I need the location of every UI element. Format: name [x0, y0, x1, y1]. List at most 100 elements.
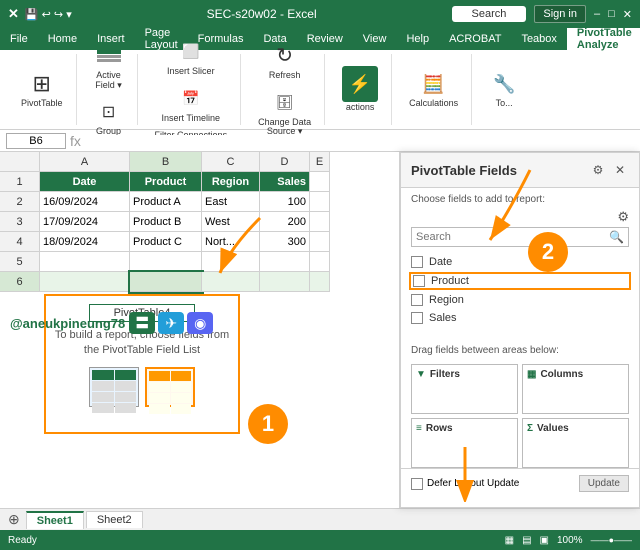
col-header-e[interactable]: E	[310, 152, 330, 172]
field-item-date[interactable]: Date	[411, 253, 629, 271]
pivottable-label: PivotTable	[21, 99, 63, 109]
cell-e5[interactable]	[310, 252, 330, 272]
actions-button[interactable]: ⚡ actions	[337, 63, 383, 116]
col-header-d[interactable]: D	[260, 152, 310, 172]
row-num-4[interactable]: 4	[0, 232, 40, 252]
insert-timeline-button[interactable]: 📅 Insert Timeline	[157, 82, 226, 127]
drop-area-rows[interactable]: ≡ Rows	[411, 418, 518, 468]
cell-d4[interactable]: 300	[260, 232, 310, 252]
col-header-b[interactable]: B	[130, 152, 202, 172]
insert-slicer-button[interactable]: ⬜ Insert Slicer	[162, 35, 220, 80]
maximize-button[interactable]: □	[608, 8, 615, 20]
update-button[interactable]: Update	[579, 475, 629, 492]
cell-e2[interactable]	[310, 192, 330, 212]
cell-b5[interactable]	[130, 252, 202, 272]
cell-c6[interactable]	[202, 272, 260, 292]
sheet-tab-2[interactable]: Sheet2	[86, 511, 143, 528]
cell-b4[interactable]: Product C	[130, 232, 202, 252]
field-checkbox-date[interactable]	[411, 256, 423, 268]
drop-area-values-header: Σ Values	[527, 423, 624, 434]
drop-area-columns[interactable]: ▦ Columns	[522, 364, 629, 414]
tab-teabox[interactable]: Teabox	[511, 28, 566, 50]
cell-a4[interactable]: 18/09/2024	[40, 232, 130, 252]
search-box[interactable]: 🔍	[411, 227, 629, 247]
change-data-source-button[interactable]: 🗄 Change DataSource ▾	[253, 86, 316, 141]
signin-button[interactable]: Sign in	[534, 5, 586, 23]
col-header-a[interactable]: A	[40, 152, 130, 172]
close-button[interactable]: ✕	[623, 8, 632, 21]
minimize-button[interactable]: –	[594, 8, 600, 20]
page-layout-button[interactable]: ▤	[522, 535, 531, 546]
field-item-product[interactable]: Product	[409, 272, 631, 290]
zoom-slider[interactable]: ——●——	[591, 535, 632, 545]
title-bar: ✕ 💾 ↩ ↪ ▾ SEC-s20w02 - Excel Search Sign…	[0, 0, 640, 28]
tab-home[interactable]: Home	[38, 28, 87, 50]
row-num-2[interactable]: 2	[0, 192, 40, 212]
row-num-3[interactable]: 3	[0, 212, 40, 232]
field-item-sales[interactable]: Sales	[411, 309, 629, 327]
cell-b3[interactable]: Product B	[130, 212, 202, 232]
formula-input[interactable]	[85, 135, 634, 147]
field-checkbox-product[interactable]	[413, 275, 425, 287]
tools-button[interactable]: 🔧 To...	[484, 67, 524, 112]
cell-e1[interactable]	[310, 172, 330, 192]
drag-section: Drag fields between areas below:	[401, 339, 639, 364]
panel-settings-button[interactable]: ⚙	[589, 161, 607, 179]
fields-scrollbar[interactable]	[401, 329, 639, 337]
cell-d1[interactable]: Sales	[260, 172, 310, 192]
field-item-region[interactable]: Region	[411, 291, 629, 309]
cell-e6[interactable]	[310, 272, 330, 292]
search-bar[interactable]: Search	[452, 6, 527, 22]
panel-gear-icon[interactable]: ⚙	[617, 209, 629, 225]
calculations-button[interactable]: 🧮 Calculations	[404, 67, 463, 112]
row-num-1[interactable]: 1	[0, 172, 40, 192]
field-checkbox-region[interactable]	[411, 294, 423, 306]
rows-icon: ≡	[416, 423, 422, 434]
cell-d3[interactable]: 200	[260, 212, 310, 232]
cell-d6[interactable]	[260, 272, 310, 292]
pivottable-button[interactable]: ⊞ PivotTable	[16, 67, 68, 112]
watermark: @aneukpineung78 〓 ✈ ◉	[10, 312, 213, 334]
cell-b6[interactable]	[130, 272, 202, 292]
add-sheet-button[interactable]: ⊕	[4, 511, 24, 528]
active-field-button[interactable]: ActiveField ▾	[89, 39, 129, 94]
tab-file[interactable]: File	[0, 28, 38, 50]
tab-pivottable-analyze[interactable]: PivotTable Analyze	[567, 28, 640, 50]
search-input[interactable]	[416, 231, 609, 243]
cell-d2[interactable]: 100	[260, 192, 310, 212]
cell-e4[interactable]	[310, 232, 330, 252]
page-break-button[interactable]: ▣	[540, 535, 549, 546]
cell-a6[interactable]	[40, 272, 130, 292]
defer-checkbox[interactable]	[411, 478, 423, 490]
normal-view-button[interactable]: ▦	[505, 535, 514, 546]
cell-a1[interactable]: Date	[40, 172, 130, 192]
cell-c4[interactable]: Nort...	[202, 232, 260, 252]
cell-a2[interactable]: 16/09/2024	[40, 192, 130, 212]
tab-acrobat[interactable]: ACROBAT	[439, 28, 511, 50]
zoom-level[interactable]: 100%	[557, 535, 583, 546]
col-header-c[interactable]: C	[202, 152, 260, 172]
cell-b2[interactable]: Product A	[130, 192, 202, 212]
cell-c5[interactable]	[202, 252, 260, 272]
row-num-5[interactable]: 5	[0, 252, 40, 272]
cell-d5[interactable]	[260, 252, 310, 272]
cell-e3[interactable]	[310, 212, 330, 232]
panel-close-button[interactable]: ✕	[611, 161, 629, 179]
cell-c3[interactable]: West	[202, 212, 260, 232]
tab-help[interactable]: Help	[396, 28, 439, 50]
cell-a3[interactable]: 17/09/2024	[40, 212, 130, 232]
cell-c1[interactable]: Region	[202, 172, 260, 192]
cell-a5[interactable]	[40, 252, 130, 272]
drop-area-values[interactable]: Σ Values	[522, 418, 629, 468]
cell-b1[interactable]: Product	[130, 172, 202, 192]
cell-reference-box[interactable]	[6, 133, 66, 149]
field-checkbox-sales[interactable]	[411, 312, 423, 324]
tab-view[interactable]: View	[353, 28, 397, 50]
refresh-button[interactable]: ↻ Refresh	[264, 39, 306, 84]
tab-review[interactable]: Review	[297, 28, 353, 50]
row-num-6[interactable]: 6	[0, 272, 40, 292]
panel-subtitle: Choose fields to add to report:	[401, 188, 639, 209]
sheet-tab-1[interactable]: Sheet1	[26, 511, 84, 529]
drop-area-filters[interactable]: ▼ Filters	[411, 364, 518, 414]
cell-c2[interactable]: East	[202, 192, 260, 212]
